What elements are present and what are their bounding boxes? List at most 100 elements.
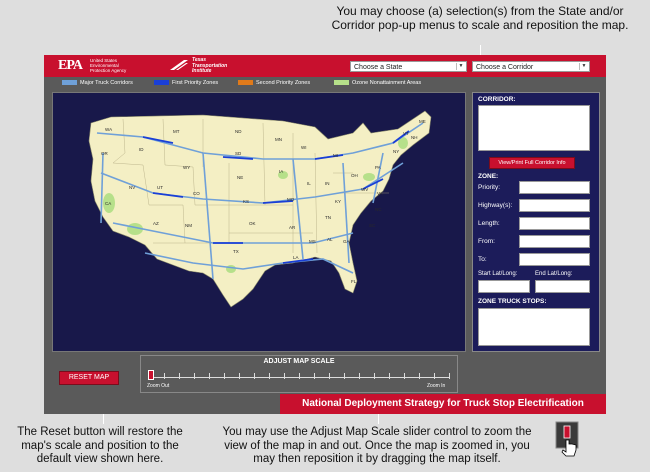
legend-item: Second Priority Zones xyxy=(238,80,310,86)
svg-text:VA: VA xyxy=(377,191,383,196)
footer-title: National Deployment Strategy for Truck S… xyxy=(280,394,606,414)
zoom-in-label: Zoom In xyxy=(427,383,446,389)
scale-slider-thumb[interactable] xyxy=(148,370,154,380)
svg-text:NC: NC xyxy=(375,207,382,212)
tti-logo-text: Texas Transportation Institute xyxy=(192,57,228,74)
corridor-info-box xyxy=(478,105,590,151)
legend-item: Major Truck Corridors xyxy=(62,80,133,86)
header-bar: EPA United States Environmental Protecti… xyxy=(44,55,606,77)
state-select-value: Choose a State xyxy=(354,64,403,71)
svg-text:OR: OR xyxy=(101,151,109,156)
svg-text:SC: SC xyxy=(369,223,376,228)
legend-item: First Priority Zones xyxy=(154,80,218,86)
info-panel: CORRIDOR: View/Print Full Corridor Info … xyxy=(472,92,600,352)
svg-text:KY: KY xyxy=(335,199,341,204)
scale-tick xyxy=(329,373,330,379)
scale-tick xyxy=(374,373,375,379)
svg-text:LA: LA xyxy=(293,255,299,260)
corridor-select[interactable]: Choose a Corridor ▼ xyxy=(472,61,590,72)
epa-logo: EPA xyxy=(58,58,83,73)
view-corridor-info-button[interactable]: View/Print Full Corridor Info xyxy=(489,157,575,169)
svg-text:ID: ID xyxy=(139,147,144,152)
legend-swatch xyxy=(154,80,169,86)
scale-tick xyxy=(209,373,210,379)
end-latlong-field xyxy=(535,280,590,293)
chevron-down-icon: ▼ xyxy=(456,63,465,70)
svg-text:GA: GA xyxy=(343,239,350,244)
scale-title: ADJUST MAP SCALE xyxy=(263,358,335,365)
scale-tick xyxy=(449,373,450,379)
start-latlong-label: Start Lat/Long: xyxy=(478,271,518,277)
legend-label: First Priority Zones xyxy=(172,80,219,86)
svg-text:CO: CO xyxy=(193,191,200,196)
tti-logo-icon xyxy=(170,60,188,70)
svg-text:AL: AL xyxy=(327,237,333,242)
scale-tick xyxy=(269,373,270,379)
legend-label: Ozone Nonattainment Areas xyxy=(352,80,422,86)
svg-text:VT: VT xyxy=(403,131,409,136)
svg-text:WI: WI xyxy=(301,145,307,150)
reset-map-button[interactable]: RESET MAP xyxy=(59,371,119,385)
svg-text:NM: NM xyxy=(185,223,192,228)
zone-truck-stops-box xyxy=(478,308,590,346)
to-field xyxy=(519,253,590,266)
field-label-from: From: xyxy=(478,238,495,245)
scale-tick xyxy=(254,373,255,379)
us-map-view[interactable]: WA OR CA NV ID MT WY UT AZ NM CO ND SD NE KS OK TX M… xyxy=(52,92,466,352)
slider-drag-demo-icon xyxy=(555,421,579,457)
svg-text:IN: IN xyxy=(325,181,330,186)
svg-text:OK: OK xyxy=(249,221,256,226)
svg-text:WY: WY xyxy=(183,165,190,170)
scale-tick xyxy=(389,373,390,379)
svg-text:NH: NH xyxy=(411,135,418,140)
svg-text:UT: UT xyxy=(157,185,163,190)
scale-tick xyxy=(164,373,165,379)
svg-text:TN: TN xyxy=(325,215,331,220)
svg-text:WA: WA xyxy=(105,127,112,132)
svg-text:SD: SD xyxy=(235,151,242,156)
start-latlong-field xyxy=(478,280,530,293)
scale-tick xyxy=(344,373,345,379)
svg-text:TX: TX xyxy=(233,249,239,254)
chevron-down-icon: ▼ xyxy=(579,63,588,70)
svg-text:NE: NE xyxy=(237,175,243,180)
svg-text:AZ: AZ xyxy=(153,221,159,226)
scale-tick xyxy=(239,373,240,379)
svg-text:FL: FL xyxy=(351,279,357,284)
scale-tick xyxy=(224,373,225,379)
corridor-select-value: Choose a Corridor xyxy=(476,64,534,71)
scale-tick xyxy=(284,373,285,379)
legend-swatch xyxy=(334,80,349,86)
svg-text:MT: MT xyxy=(173,129,180,134)
zoom-out-label: Zoom Out xyxy=(147,383,170,389)
svg-text:NY: NY xyxy=(393,149,399,154)
field-label-highways: Highway(s): xyxy=(478,202,513,209)
svg-text:ND: ND xyxy=(235,129,242,134)
map-legend: Major Truck Corridors First Priority Zon… xyxy=(44,77,606,89)
zone-title: ZONE: xyxy=(478,173,499,180)
svg-text:MI: MI xyxy=(333,153,338,158)
epa-subtitle: United States Environmental Protection A… xyxy=(90,58,127,73)
field-label-length: Length: xyxy=(478,220,500,227)
scale-tick xyxy=(419,373,420,379)
length-field xyxy=(519,217,590,230)
legend-swatch xyxy=(62,80,77,86)
legend-label: Major Truck Corridors xyxy=(80,80,133,86)
legend-item: Ozone Nonattainment Areas xyxy=(334,80,421,86)
highways-field xyxy=(519,199,590,212)
corridor-title: CORRIDOR: xyxy=(478,96,516,103)
field-label-priority: Priority: xyxy=(478,184,501,191)
legend-label: Second Priority Zones xyxy=(256,80,311,86)
scale-tick xyxy=(404,373,405,379)
svg-text:IL: IL xyxy=(307,181,311,186)
app-window: EPA United States Environmental Protecti… xyxy=(44,55,606,414)
state-select[interactable]: Choose a State ▼ xyxy=(350,61,467,72)
reset-caption: The Reset button will restore the map's … xyxy=(17,426,183,465)
us-map-svg: WA OR CA NV ID MT WY UT AZ NM CO ND SD NE KS OK TX M… xyxy=(88,110,432,308)
priority-field xyxy=(519,181,590,194)
svg-text:MO: MO xyxy=(287,197,295,202)
svg-text:WV: WV xyxy=(361,187,368,192)
from-field xyxy=(519,235,590,248)
scale-tick xyxy=(194,373,195,379)
legend-swatch xyxy=(238,80,253,86)
